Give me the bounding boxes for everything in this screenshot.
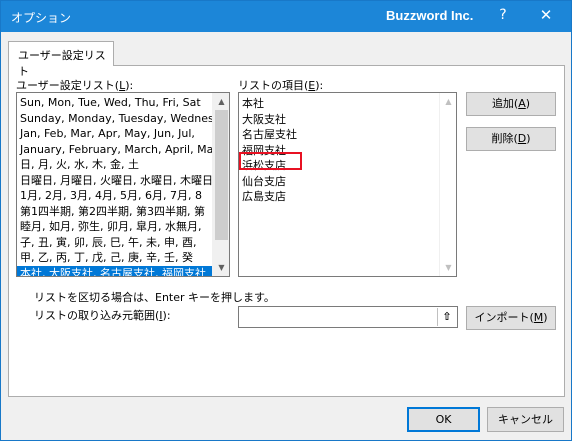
list-item[interactable]: 1月, 2月, 3月, 4月, 5月, 6月, 7月, 8 (17, 188, 212, 204)
scroll-thumb[interactable] (215, 110, 228, 240)
list-entries-scrollbar[interactable]: ▲ ▼ (439, 93, 456, 276)
list-item[interactable]: 本社, 大阪支社, 名古屋支社, 福岡支社 (17, 265, 212, 276)
entry-line: 福岡支社 (242, 143, 286, 157)
scroll-down-icon[interactable]: ▼ (440, 259, 456, 276)
list-item[interactable]: 日曜日, 月曜日, 火曜日, 水曜日, 木曜日 (17, 173, 212, 189)
import-range-label: リストの取り込み元範囲(I): (34, 309, 171, 322)
list-item[interactable]: Jan, Feb, Mar, Apr, May, Jun, Jul, (17, 126, 212, 142)
delete-button[interactable]: 削除(D) (466, 127, 556, 151)
custom-lists-label: ユーザー設定リスト(L): (16, 79, 134, 92)
tab-custom-lists[interactable]: ユーザー設定リスト (8, 41, 114, 78)
help-button[interactable]: ? (493, 7, 513, 23)
enter-hint: リストを区切る場合は、Enter キーを押します。 (34, 291, 275, 304)
list-item[interactable]: 子, 丑, 寅, 卯, 辰, 巳, 午, 未, 申, 酉, (17, 235, 212, 251)
entry-line: 浜松支店 (242, 159, 286, 172)
list-entries-lines: 本社大阪支社名古屋支社福岡支社浜松支店仙台支店広島支店 (242, 96, 297, 205)
brand-label: Buzzword Inc. (386, 8, 474, 23)
scroll-up-icon[interactable]: ▲ (213, 93, 229, 110)
entry-line: 仙台支店 (242, 174, 286, 188)
import-button[interactable]: インポート(M) (466, 306, 556, 330)
custom-lists-scrollbar[interactable]: ▲ ▼ (212, 93, 229, 276)
custom-lists-listbox[interactable]: Sun, Mon, Tue, Wed, Thu, Fri, Sat Sunday,… (16, 92, 230, 277)
list-item[interactable]: 日, 月, 火, 水, 木, 金, 土 (17, 157, 212, 173)
list-item[interactable]: Sun, Mon, Tue, Wed, Thu, Fri, Sat (17, 95, 212, 111)
ok-button[interactable]: OK (407, 407, 480, 432)
options-dialog: オプション Buzzword Inc. ? ✕ ユーザー設定リスト ユーザー設定… (0, 0, 572, 441)
list-item[interactable]: 甲, 乙, 丙, 丁, 戊, 己, 庚, 辛, 壬, 癸 (17, 250, 212, 266)
entry-line: 名古屋支社 (242, 128, 297, 141)
cancel-button[interactable]: キャンセル (487, 407, 564, 432)
list-entries-label: リストの項目(E): (238, 79, 324, 92)
scroll-down-icon[interactable]: ▼ (213, 259, 229, 276)
list-item[interactable]: January, February, March, April, May (17, 142, 212, 158)
entry-line: 大阪支社 (242, 112, 286, 126)
collapse-dialog-icon[interactable]: ⇧ (437, 308, 456, 326)
entry-line: 広島支店 (242, 190, 286, 203)
list-item[interactable]: 睦月, 如月, 弥生, 卯月, 皐月, 水無月, (17, 219, 212, 235)
import-range-input[interactable]: ⇧ (238, 306, 458, 328)
title-bar[interactable]: オプション Buzzword Inc. ? ✕ (1, 1, 571, 32)
scroll-up-icon[interactable]: ▲ (440, 93, 456, 110)
entry-line: 本社 (242, 97, 264, 110)
close-button[interactable]: ✕ (533, 6, 559, 24)
list-entries-textarea[interactable]: 本社大阪支社名古屋支社福岡支社浜松支店仙台支店広島支店 ▲ ▼ (238, 92, 457, 277)
list-item[interactable]: Sunday, Monday, Tuesday, Wednesday (17, 111, 212, 127)
list-item[interactable]: 第1四半期, 第2四半期, 第3四半期, 第 (17, 204, 212, 220)
custom-lists-items: Sun, Mon, Tue, Wed, Thu, Fri, Sat Sunday,… (17, 95, 212, 276)
add-button[interactable]: 追加(A) (466, 92, 556, 116)
window-title: オプション (11, 11, 72, 25)
